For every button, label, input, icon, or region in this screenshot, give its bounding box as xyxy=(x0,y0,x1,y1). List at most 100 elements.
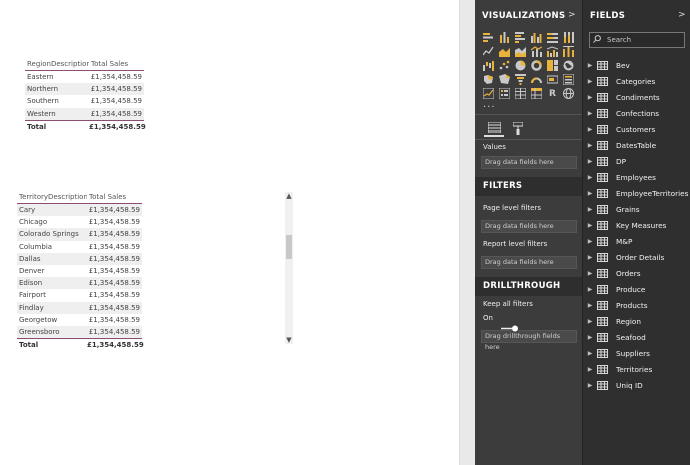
more-visuals-icon[interactable]: ... xyxy=(483,99,496,110)
funnel-icon[interactable] xyxy=(515,74,526,85)
field-table-item[interactable]: ▶ M&P xyxy=(583,233,690,249)
field-table-item[interactable]: ▶ Grains xyxy=(583,201,690,217)
100-stacked-bar-icon[interactable] xyxy=(547,32,558,43)
table-row[interactable]: Chicago £1,354,458.59 xyxy=(17,216,142,228)
expand-chevron-icon[interactable]: ▶ xyxy=(583,334,597,341)
field-table-item[interactable]: ▶ Products xyxy=(583,297,690,313)
table-row[interactable]: Greensboro £1,354,458.59 xyxy=(17,325,142,339)
fields-search-input[interactable]: Search xyxy=(589,32,685,48)
column-header-territory[interactable]: TerritoryDescription xyxy=(17,193,87,201)
keep-filters-toggle[interactable] xyxy=(500,317,520,336)
stacked-area-chart-icon[interactable] xyxy=(515,46,526,57)
table-row[interactable]: Georgetow £1,354,458.59 xyxy=(17,314,142,326)
table-row[interactable]: Columbia £1,354,458.59 xyxy=(17,241,142,253)
expand-chevron-icon[interactable]: ▶ xyxy=(583,302,597,309)
kpi-icon[interactable] xyxy=(483,88,494,99)
line-and-column-chart-icon[interactable] xyxy=(531,46,542,57)
table-row[interactable]: Cary £1,354,458.59 xyxy=(17,204,142,217)
field-table-item[interactable]: ▶ EmployeeTerritories xyxy=(583,185,690,201)
field-table-item[interactable]: ▶ Employees xyxy=(583,169,690,185)
field-table-item[interactable]: ▶ Order Details xyxy=(583,249,690,265)
table-row[interactable]: Southern £1,354,458.59 xyxy=(25,95,144,107)
territory-sales-table[interactable]: TerritoryDescription Total Sales Cary £1,… xyxy=(17,190,144,351)
scroll-down-icon[interactable]: ▼ xyxy=(285,336,293,344)
expand-chevron-icon[interactable]: ▶ xyxy=(583,254,597,261)
scroll-thumb[interactable] xyxy=(286,235,292,259)
expand-chevron-icon[interactable]: ▶ xyxy=(583,78,597,85)
scroll-up-icon[interactable]: ▲ xyxy=(285,192,293,200)
line-chart-icon[interactable] xyxy=(483,46,494,57)
field-table-item[interactable]: ▶ Condiments xyxy=(583,89,690,105)
report-canvas[interactable]: RegionDescription Total Sales Eastern £1… xyxy=(0,0,459,465)
clustered-column-chart-icon[interactable] xyxy=(531,32,542,43)
expand-chevron-icon[interactable]: ▶ xyxy=(583,286,597,293)
map-icon[interactable] xyxy=(563,60,574,71)
line-and-clustered-column-icon[interactable] xyxy=(547,46,558,57)
report-filters-drop-well[interactable]: Drag data fields here xyxy=(481,256,577,269)
expand-chevron-icon[interactable]: ▶ xyxy=(583,206,597,213)
format-paint-roller-icon[interactable] xyxy=(508,119,528,137)
field-table-item[interactable]: ▶ Categories xyxy=(583,73,690,89)
pie-chart-icon[interactable] xyxy=(515,60,526,71)
expand-chevron-icon[interactable]: ▶ xyxy=(583,126,597,133)
field-table-item[interactable]: ▶ Confections xyxy=(583,105,690,121)
ribbon-chart-icon[interactable] xyxy=(563,46,574,57)
shape-map-icon[interactable] xyxy=(499,74,510,85)
column-header-total-sales[interactable]: Total Sales xyxy=(89,60,144,68)
r-visual-icon[interactable]: R xyxy=(547,88,558,99)
expand-chevron-icon[interactable]: ▶ xyxy=(583,110,597,117)
values-drop-well[interactable]: Drag data fields here xyxy=(481,156,577,169)
stacked-column-chart-icon[interactable] xyxy=(499,32,510,43)
expand-chevron-icon[interactable]: ▶ xyxy=(583,190,597,197)
table-row[interactable]: Fairport £1,354,458.59 xyxy=(17,289,142,301)
table-row[interactable]: Northern £1,354,458.59 xyxy=(25,83,144,96)
donut-chart-icon[interactable] xyxy=(531,60,542,71)
table-row[interactable]: Denver £1,354,458.59 xyxy=(17,265,142,277)
field-table-item[interactable]: ▶ Uniq ID xyxy=(583,377,690,393)
expand-chevron-icon[interactable]: ▶ xyxy=(583,94,597,101)
collapse-fields-icon[interactable]: > xyxy=(678,10,686,20)
field-table-item[interactable]: ▶ DatesTable xyxy=(583,137,690,153)
clustered-bar-chart-icon[interactable] xyxy=(515,32,526,43)
matrix-icon[interactable] xyxy=(531,88,542,99)
treemap-icon[interactable] xyxy=(547,60,558,71)
expand-chevron-icon[interactable]: ▶ xyxy=(583,382,597,389)
field-table-item[interactable]: ▶ Region xyxy=(583,313,690,329)
column-header-region[interactable]: RegionDescription xyxy=(25,60,89,68)
expand-chevron-icon[interactable]: ▶ xyxy=(583,238,597,245)
page-filters-drop-well[interactable]: Drag data fields here xyxy=(481,220,577,233)
region-sales-table[interactable]: RegionDescription Total Sales Eastern £1… xyxy=(25,57,146,133)
expand-chevron-icon[interactable]: ▶ xyxy=(583,62,597,69)
field-table-item[interactable]: ▶ Seafood xyxy=(583,329,690,345)
field-table-item[interactable]: ▶ Key Measures xyxy=(583,217,690,233)
field-table-item[interactable]: ▶ Bev xyxy=(583,57,690,73)
expand-chevron-icon[interactable]: ▶ xyxy=(583,366,597,373)
expand-chevron-icon[interactable]: ▶ xyxy=(583,174,597,181)
100-stacked-column-icon[interactable] xyxy=(563,32,574,43)
table-row[interactable]: Findlay £1,354,458.59 xyxy=(17,301,142,314)
table-row[interactable]: Eastern £1,354,458.59 xyxy=(25,71,144,83)
collapse-visualizations-icon[interactable]: > xyxy=(568,10,576,20)
field-table-item[interactable]: ▶ DP xyxy=(583,153,690,169)
field-table-item[interactable]: ▶ Customers xyxy=(583,121,690,137)
table-row[interactable]: Edison £1,354,458.59 xyxy=(17,277,142,290)
field-table-item[interactable]: ▶ Orders xyxy=(583,265,690,281)
globe-icon[interactable] xyxy=(563,88,574,99)
field-table-item[interactable]: ▶ Produce xyxy=(583,281,690,297)
gauge-icon[interactable] xyxy=(531,74,542,85)
fields-tab-icon[interactable] xyxy=(484,119,504,137)
filled-map-icon[interactable] xyxy=(483,74,494,85)
multi-row-card-icon[interactable] xyxy=(563,74,574,85)
scatter-chart-icon[interactable] xyxy=(499,60,510,71)
drillthrough-drop-well[interactable]: Drag drillthrough fields here xyxy=(481,330,577,351)
card-icon[interactable] xyxy=(547,74,558,85)
stacked-bar-chart-icon[interactable] xyxy=(483,32,494,43)
area-chart-icon[interactable] xyxy=(499,46,510,57)
expand-chevron-icon[interactable]: ▶ xyxy=(583,270,597,277)
table-row[interactable]: Western £1,354,458.59 xyxy=(25,107,144,120)
table-icon[interactable] xyxy=(515,88,526,99)
expand-chevron-icon[interactable]: ▶ xyxy=(583,222,597,229)
expand-chevron-icon[interactable]: ▶ xyxy=(583,158,597,165)
column-header-total-sales[interactable]: Total Sales xyxy=(87,193,142,201)
expand-chevron-icon[interactable]: ▶ xyxy=(583,142,597,149)
